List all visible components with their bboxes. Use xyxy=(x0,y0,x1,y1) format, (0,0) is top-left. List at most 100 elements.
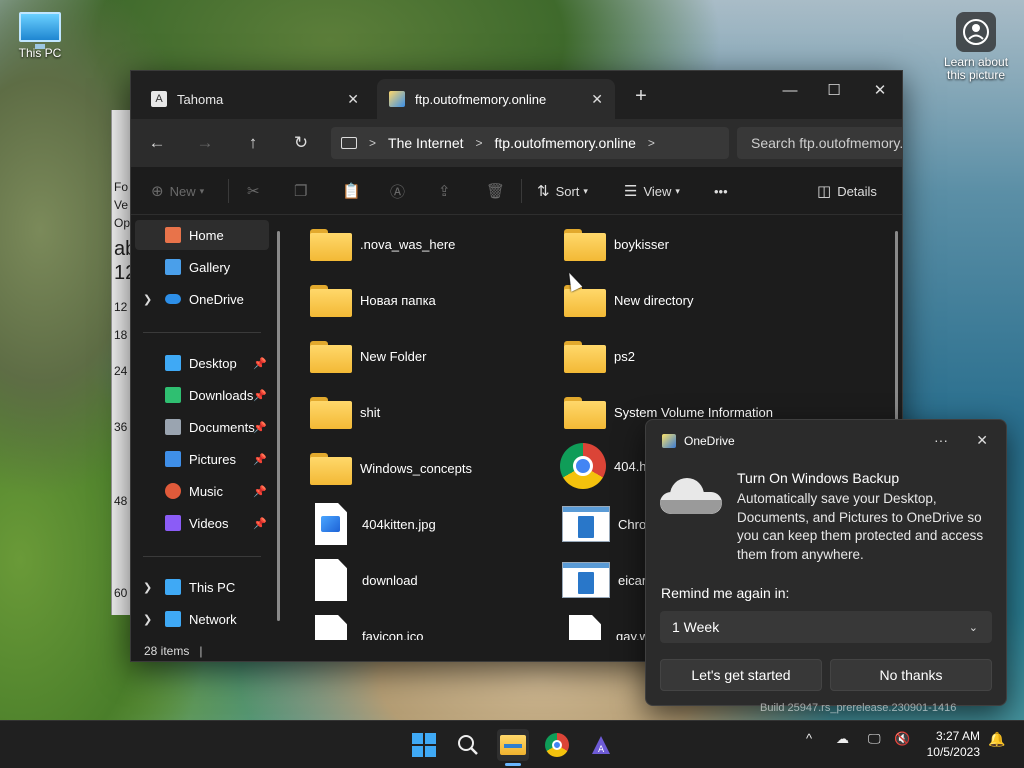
start-button[interactable] xyxy=(408,729,440,761)
new-tab-button[interactable]: + xyxy=(631,85,651,108)
delete-button[interactable]: 🗑 xyxy=(486,177,511,205)
file-item[interactable]: favicon.ico xyxy=(310,614,423,640)
this-pc-icon xyxy=(165,579,181,595)
file-item[interactable]: 404.ht xyxy=(560,443,650,489)
onedrive-tray-icon[interactable]: ☁ xyxy=(836,731,849,747)
bg-text: 48 xyxy=(114,494,128,508)
taskbar-font-viewer[interactable]: A xyxy=(585,729,617,761)
file-item[interactable]: New Folder xyxy=(310,334,426,378)
svg-text:A: A xyxy=(598,745,605,755)
sidebar-item-gallery[interactable]: Gallery xyxy=(135,252,269,282)
tab-close-icon[interactable]: ✕ xyxy=(347,91,359,108)
sidebar-item-music[interactable]: Music 📌 xyxy=(135,476,269,506)
bg-text: 36 xyxy=(114,420,128,434)
address-bar[interactable]: > The Internet > ftp.outofmemory.online … xyxy=(331,127,729,159)
chevron-right-icon[interactable]: ❯ xyxy=(143,581,152,594)
share-button[interactable]: ⇪ xyxy=(438,177,457,205)
onedrive-backup-notification[interactable]: OneDrive ··· ✕ Turn On Windows Backup Au… xyxy=(645,419,1007,706)
paste-button[interactable]: 📋 xyxy=(342,177,367,205)
desktop-icon-this-pc[interactable]: This PC xyxy=(12,12,68,60)
sort-button[interactable]: ⇅ Sort ▾ xyxy=(537,177,588,205)
file-item[interactable]: New directory xyxy=(564,278,693,322)
file-item[interactable]: boykisser xyxy=(564,222,669,266)
details-button[interactable]: ◫ Details xyxy=(817,177,877,205)
forward-button[interactable]: → xyxy=(191,129,219,157)
close-button[interactable]: ✕ xyxy=(857,75,902,105)
onedrive-icon xyxy=(662,434,676,448)
title-bar[interactable]: A Tahoma ✕ ftp.outofmemory.online ✕ + — … xyxy=(131,71,902,119)
sidebar-item-desktop[interactable]: Desktop 📌 xyxy=(135,348,269,378)
status-separator: | xyxy=(199,644,203,658)
tab-label: ftp.outofmemory.online xyxy=(415,91,547,107)
sidebar-item-this-pc[interactable]: ❯ This PC xyxy=(135,572,269,602)
file-item[interactable]: Windows_concepts xyxy=(310,446,472,490)
sidebar-item-label: Network xyxy=(189,611,237,627)
sidebar-item-home[interactable]: Home xyxy=(135,220,269,250)
bg-text: Fo xyxy=(114,180,129,194)
get-started-button[interactable]: Let's get started xyxy=(660,659,822,691)
breadcrumb-separator: > xyxy=(369,136,377,150)
taskbar-chrome[interactable] xyxy=(541,729,573,761)
tab-tahoma[interactable]: A Tahoma ✕ xyxy=(139,79,371,119)
breadcrumb-separator[interactable]: > xyxy=(648,136,655,150)
close-notification-button[interactable]: ✕ xyxy=(976,432,988,449)
copy-button[interactable]: ❐ xyxy=(294,177,313,205)
toolbar-divider xyxy=(228,179,229,203)
more-options-button[interactable]: ··· xyxy=(934,432,948,448)
file-item[interactable]: ps2 xyxy=(564,334,635,378)
minimize-button[interactable]: — xyxy=(767,75,813,105)
tab-close-icon[interactable]: ✕ xyxy=(591,91,603,108)
sidebar-item-network[interactable]: ❯ Network xyxy=(135,604,269,634)
volume-muted-icon[interactable]: 🔇 xyxy=(894,731,910,747)
rename-button[interactable]: Ⓐ xyxy=(390,177,411,205)
sidebar-scrollbar[interactable] xyxy=(277,231,280,621)
file-item[interactable]: download xyxy=(310,558,418,602)
file-item[interactable]: eicar.c xyxy=(562,558,656,602)
up-button[interactable]: ↑ xyxy=(239,129,267,157)
chevron-right-icon[interactable]: ❯ xyxy=(143,613,152,626)
more-options-button[interactable]: ••• xyxy=(714,177,728,205)
desktop-icon-learn-about-picture[interactable]: Learn about this picture xyxy=(938,12,1014,82)
search-input[interactable]: Search ftp.outofmemory. xyxy=(737,127,902,159)
taskbar-file-explorer[interactable] xyxy=(497,729,529,761)
tab-ftp[interactable]: ftp.outofmemory.online ✕ xyxy=(377,79,615,119)
notification-bell-icon[interactable]: 🔔 xyxy=(988,731,1005,748)
pin-icon: 📌 xyxy=(253,389,267,402)
file-item[interactable]: gay.w xyxy=(564,614,649,640)
sidebar-item-pictures[interactable]: Pictures 📌 xyxy=(135,444,269,474)
file-item[interactable]: 404kitten.jpg xyxy=(310,502,436,546)
show-hidden-icons-button[interactable]: ^ xyxy=(806,731,812,746)
font-viewer-icon: A xyxy=(592,736,610,755)
onedrive-icon xyxy=(165,294,181,304)
remind-interval-select[interactable]: 1 Week ⌄ xyxy=(660,611,992,643)
sidebar-item-onedrive[interactable]: ❯ OneDrive xyxy=(135,284,269,314)
taskbar: A ^ ☁ 🖵 🔇 3:27 AM 10/5/2023 🔔 xyxy=(0,720,1024,768)
back-button[interactable]: ← xyxy=(143,129,171,157)
sidebar-item-downloads[interactable]: Downloads 📌 xyxy=(135,380,269,410)
file-name: .nova_was_here xyxy=(360,236,456,252)
file-item[interactable]: Новая папка xyxy=(310,278,436,322)
file-item[interactable]: shit xyxy=(310,390,380,434)
no-thanks-button[interactable]: No thanks xyxy=(830,659,992,691)
sidebar-item-documents[interactable]: Documents 📌 xyxy=(135,412,269,442)
chevron-right-icon[interactable]: ❯ xyxy=(143,293,152,306)
folder-icon xyxy=(564,339,606,373)
file-icon xyxy=(315,615,347,640)
breadcrumb-the-internet[interactable]: The Internet xyxy=(388,135,464,151)
sidebar-item-videos[interactable]: Videos 📌 xyxy=(135,508,269,538)
search-button[interactable] xyxy=(452,729,484,761)
new-button[interactable]: ⊕ New ▾ xyxy=(151,177,204,205)
view-button[interactable]: ☰ View ▾ xyxy=(624,177,680,205)
maximize-button[interactable]: ☐ xyxy=(811,75,857,105)
sidebar-divider xyxy=(143,332,261,333)
breadcrumb-ftp[interactable]: ftp.outofmemory.online xyxy=(495,135,636,151)
this-pc-icon xyxy=(19,12,61,49)
file-name: Новая папка xyxy=(360,292,436,308)
file-item[interactable]: Chron xyxy=(562,502,653,546)
network-tray-icon[interactable]: 🖵 xyxy=(868,731,881,747)
pictures-icon xyxy=(165,451,181,467)
cut-button[interactable]: ✂ xyxy=(247,177,266,205)
refresh-button[interactable]: ↻ xyxy=(287,129,315,157)
clock[interactable]: 3:27 AM 10/5/2023 xyxy=(927,728,980,760)
file-item[interactable]: .nova_was_here xyxy=(310,222,455,266)
